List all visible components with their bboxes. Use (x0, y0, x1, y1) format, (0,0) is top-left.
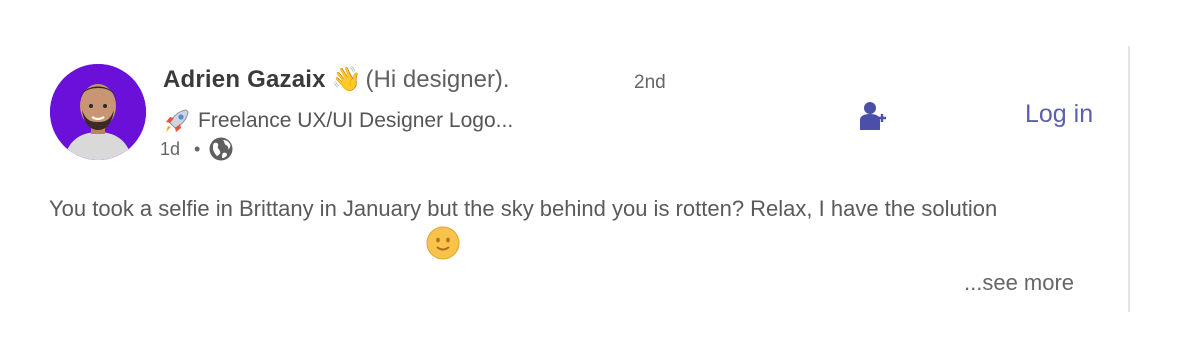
post-meta: 1d • (160, 136, 234, 162)
author-name[interactable]: Adrien Gazaix (163, 66, 326, 94)
avatar[interactable] (50, 64, 146, 160)
author-greeting: (Hi designer). (365, 66, 510, 93)
add-person-icon[interactable] (858, 100, 890, 132)
rocket-icon (166, 109, 189, 132)
post-text: You took a selfie in Brittany in January… (49, 196, 998, 221)
wave-emoji: 👋 (331, 66, 362, 93)
author-headline-row: Freelance UX/UI Designer Logo... (162, 106, 513, 136)
avatar-photo (50, 64, 146, 160)
globe-icon (209, 137, 233, 161)
post-time: 1d (160, 138, 181, 159)
author-headline: Freelance UX/UI Designer Logo... (198, 109, 514, 132)
author-name-row: Adrien Gazaix 👋 (Hi designer). (163, 66, 510, 94)
smiley-icon (426, 226, 460, 260)
meta-separator: • (194, 138, 201, 159)
see-more-link[interactable]: ...see more (964, 270, 1074, 296)
connection-degree: 2nd (634, 72, 666, 93)
divider (1128, 46, 1130, 312)
login-link[interactable]: Log in (1025, 100, 1093, 129)
